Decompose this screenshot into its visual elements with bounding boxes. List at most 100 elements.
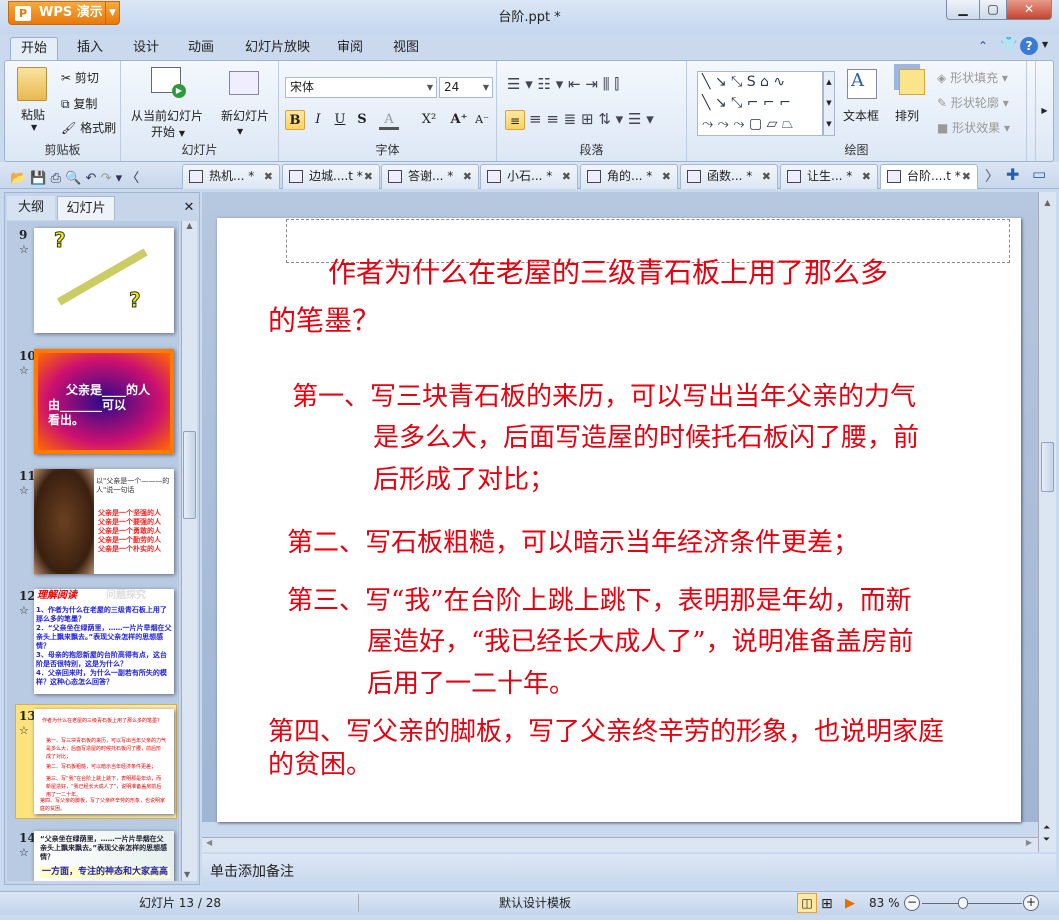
slide-paragraph-4[interactable]: 的贫困。	[268, 750, 372, 780]
slide-thumbnail-9[interactable]: ? ?	[34, 228, 174, 333]
cut-button[interactable]: ✂ 剪切	[61, 69, 99, 86]
slide-canvas[interactable]: 作者为什么在老屋的三级青石板上用了那么多 的笔墨？ 第一、写三块青石板的来历，可…	[217, 218, 1021, 822]
document-tab[interactable]: 台阶....t * ✖	[880, 164, 978, 189]
tab-design[interactable]: 设计	[123, 37, 169, 60]
new-slide-button[interactable]: 新幻灯片	[221, 107, 269, 124]
font-size-select[interactable]: 24 ▼	[439, 77, 493, 98]
chevron-down-icon[interactable]: ▼	[1042, 40, 1048, 49]
close-pane-icon[interactable]: ✕	[181, 196, 197, 220]
align-left-icon[interactable]: ≡	[505, 110, 525, 130]
collapse-ribbon-icon[interactable]: ⌃	[978, 39, 988, 53]
document-tab[interactable]: 函数... * ✖	[680, 164, 778, 189]
tabs-right-icon[interactable]: 〉	[985, 166, 999, 186]
format-painter-button[interactable]: 🖌 格式刷	[61, 119, 116, 136]
shape-effect-button[interactable]: ■ 形状效果 ▾	[937, 119, 1010, 136]
paste-icon[interactable]	[17, 67, 47, 101]
scrollbar-thumb[interactable]	[1041, 442, 1054, 492]
minimize-button[interactable]: ▁	[946, 0, 980, 20]
arrange-button[interactable]: 排列	[895, 107, 919, 124]
prev-next-slide-icon[interactable]: ⏶ ⏷	[1043, 822, 1050, 846]
zoom-in-button[interactable]: +	[1023, 895, 1039, 911]
chevron-down-icon[interactable]: ▼	[31, 123, 37, 132]
close-tab-icon[interactable]: ✖	[862, 165, 871, 188]
editor-horizontal-scrollbar[interactable]: ◀ ▶	[202, 837, 1038, 852]
paste-button[interactable]: 粘贴	[21, 106, 45, 123]
normal-view-icon[interactable]: ◫	[797, 893, 817, 913]
strikethrough-button[interactable]: S	[352, 110, 372, 130]
document-tab[interactable]: 边城....t * ✖	[282, 164, 380, 189]
tab-slides[interactable]: 幻灯片	[57, 196, 115, 220]
scroll-left-icon[interactable]: ◀	[206, 838, 212, 847]
help-icon[interactable]: ?	[1020, 37, 1038, 55]
notes-pane[interactable]: 单击添加备注	[202, 854, 1056, 887]
open-icon[interactable]: 📂	[10, 171, 26, 186]
textbox-button[interactable]: 文本框	[843, 107, 879, 124]
undo-icon[interactable]: ↶	[86, 171, 97, 186]
shrink-font-button[interactable]: A⁻	[472, 110, 492, 130]
font-name-select[interactable]: 宋体 ▼	[285, 77, 437, 98]
editor-vertical-scrollbar[interactable]: ▲ ⏶ ⏷	[1038, 192, 1056, 852]
play-from-current-dropdown[interactable]: 开始 ▼	[151, 123, 185, 140]
zoom-slider[interactable]	[922, 903, 1022, 904]
slide-paragraph-3[interactable]: 第三、写“我”在台阶上跳上跳下，表明那是年幼，而新	[287, 586, 912, 616]
close-tab-icon[interactable]: ✖	[962, 165, 971, 188]
close-tab-icon[interactable]: ✖	[364, 165, 373, 188]
maximize-button[interactable]: ▢	[979, 0, 1007, 20]
close-tab-icon[interactable]: ✖	[463, 165, 472, 188]
save-icon[interactable]: 💾	[30, 171, 46, 186]
close-tab-icon[interactable]: ✖	[662, 165, 671, 188]
zoom-slider-thumb[interactable]	[957, 897, 968, 909]
shape-fill-button[interactable]: ◈ 形状填充 ▾	[937, 69, 1008, 86]
tab-view[interactable]: 视图	[383, 37, 429, 60]
slide-paragraph-3[interactable]: 屋造好，“我已经长大成人了”，说明准备盖房前	[367, 627, 914, 657]
tab-animation[interactable]: 动画	[178, 37, 224, 60]
zoom-out-button[interactable]: −	[904, 895, 920, 911]
grow-font-button[interactable]: A⁺	[449, 110, 469, 130]
slide-paragraph-4[interactable]: 第四、写父亲的脚板，写了父亲终辛劳的形象，也说明家庭	[268, 717, 944, 747]
chevron-down-icon[interactable]: ▼	[237, 127, 243, 136]
bold-button[interactable]: B	[285, 110, 305, 130]
tab-insert[interactable]: 插入	[67, 37, 113, 60]
slide-paragraph-1[interactable]: 第一、写三块青石板的来历，可以写出当年父亲的力气	[292, 382, 916, 412]
customize-icon[interactable]: ▾	[116, 171, 123, 186]
quick-access-toolbar[interactable]: 📂 💾 ⎙ 🔍 ↶ ↷ ▾ 〈	[10, 167, 139, 186]
document-tab[interactable]: 让生... * ✖	[780, 164, 878, 189]
scroll-down-icon[interactable]: ▼	[184, 870, 190, 879]
copy-button[interactable]: ⧉ 复制	[61, 95, 97, 112]
tab-review[interactable]: 审阅	[327, 37, 373, 60]
italic-button[interactable]: I	[308, 110, 328, 130]
document-tab[interactable]: 小石... * ✖	[480, 164, 578, 189]
print-icon[interactable]: ⎙	[51, 171, 61, 186]
underline-button[interactable]: U	[330, 110, 350, 130]
slide-paragraph-1[interactable]: 是多么大，后面写造屋的时候托石板闪了腰，前	[373, 423, 919, 453]
scroll-up-icon[interactable]: ▲	[182, 221, 197, 230]
slide-thumbnail-13[interactable]: 作者为什么在老屋的三级青石板上用了那么多的笔墨？ 第一、写三块青石板的来历，可以…	[34, 709, 174, 814]
slide-sorter-icon[interactable]: ⊞	[821, 893, 833, 915]
document-tab[interactable]: 热机... * ✖	[182, 164, 280, 189]
tab-outline[interactable]: 大纲	[7, 196, 55, 220]
document-tab[interactable]: 角的... * ✖	[580, 164, 678, 189]
slide-paragraph-3[interactable]: 后用了一二十年。	[367, 669, 575, 699]
slide-thumbnail-14[interactable]: “父亲坐在绿荫里，……一片片旱烟在父亲头上飘来飘去。”表现父亲怎样的思想感情？ …	[34, 831, 174, 881]
scroll-up-icon[interactable]: ▲	[1039, 198, 1056, 207]
tab-home[interactable]: 开始	[10, 37, 59, 60]
slide-title-line[interactable]: 的笔墨？	[268, 306, 380, 336]
tab-slideshow[interactable]: 幻灯片放映	[235, 37, 320, 60]
slideshow-icon[interactable]: ▶	[845, 893, 855, 915]
slide-paragraph-2[interactable]: 第二、写石板粗糙，可以暗示当年经济条件更差；	[287, 528, 859, 558]
gallery-scroll[interactable]: ▲ ▼ ▼	[823, 71, 835, 136]
superscript-button[interactable]: X²	[419, 110, 439, 130]
close-button[interactable]: ✕	[1006, 0, 1052, 20]
scrollbar-thumb[interactable]	[183, 431, 196, 519]
slide-title-line[interactable]: 作者为什么在老屋的三级青石板上用了那么多	[328, 258, 888, 288]
tabs-left-icon[interactable]: 〈	[126, 171, 139, 186]
skin-shirt-icon[interactable]: 👕	[1000, 37, 1017, 53]
slide-thumbnail-11[interactable]: 以"父亲是一个———的人"说一句话 父亲是一个坚强的人 父亲是一个要强的人 父亲…	[34, 469, 174, 574]
align-icons[interactable]: ≡ ≡ ≣ ⊞ ⇅ ▾ ☰ ▾	[529, 110, 654, 128]
play-from-current-button[interactable]: 从当前幻灯片	[131, 107, 203, 124]
close-tab-icon[interactable]: ✖	[562, 165, 571, 188]
new-tab-icon[interactable]: ✚	[1006, 165, 1019, 184]
tab-list-icon[interactable]: ▭	[1032, 165, 1046, 183]
list-icons[interactable]: ☰ ▾ ☷ ▾ ⇤ ⇥ ⫼ ⫿	[507, 75, 619, 93]
close-tab-icon[interactable]: ✖	[264, 165, 273, 188]
